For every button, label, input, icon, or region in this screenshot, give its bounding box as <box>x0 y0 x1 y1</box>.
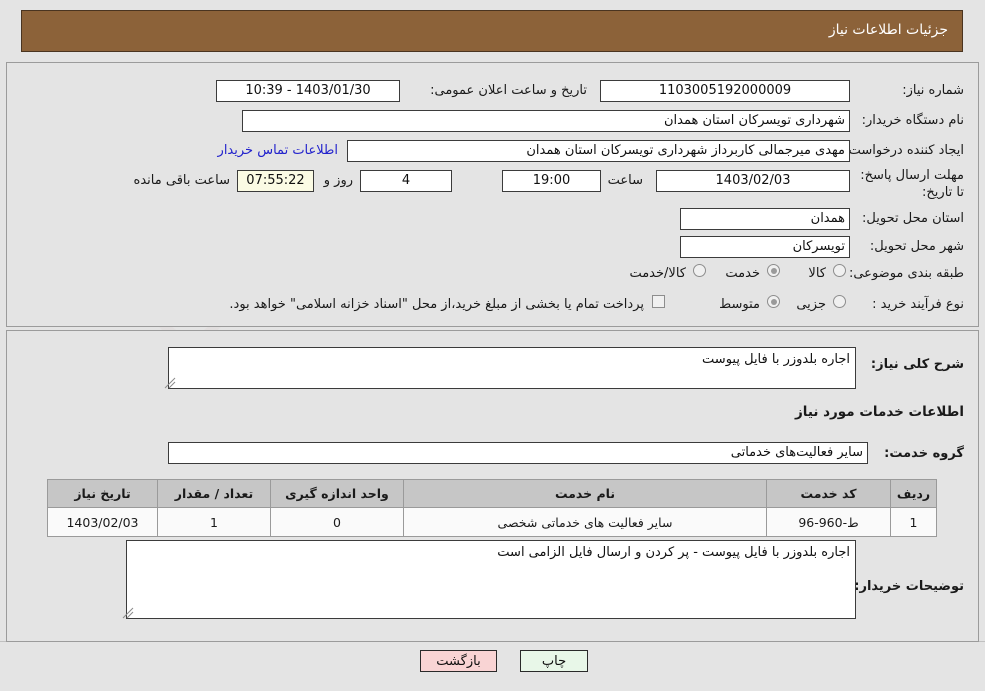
col-header-need-date: تاریخ نیاز <box>47 479 158 508</box>
category-radio-khedmat[interactable] <box>767 264 780 277</box>
process-radio-jozii[interactable] <box>833 295 846 308</box>
col-header-radif: ردیف <box>890 479 937 508</box>
services-section-heading: اطلاعات خدمات مورد نیاز <box>794 404 964 420</box>
requester-value: مهدی میرجمالی کاربرداز شهرداری تویسرکان … <box>347 140 850 162</box>
buyer-org-value: شهرداری تویسرکان استان همدان <box>242 110 850 132</box>
province-value: همدان <box>680 208 850 230</box>
treasury-bond-checkbox[interactable] <box>652 295 665 308</box>
buyer-notes-textarea[interactable]: اجاره بلدوزر با فایل پیوست - پر کردن و ا… <box>126 540 856 619</box>
col-header-service-code: کد خدمت <box>766 479 891 508</box>
public-announce-label: تاریخ و ساعت اعلان عمومی: <box>430 83 587 98</box>
page-title: جزئیات اطلاعات نیاز <box>828 22 948 38</box>
top-info-panel: شماره نیاز: 1103005192000009 تاریخ و ساع… <box>6 62 979 327</box>
cell-service-code: ط-960-96 <box>766 507 891 537</box>
cell-quantity: 1 <box>157 507 271 537</box>
deadline-remaining-label: ساعت باقی مانده <box>133 173 230 188</box>
buyer-notes-label: توضیحات خریدار: <box>854 579 964 594</box>
province-label: استان محل تحویل: <box>862 211 964 226</box>
buyer-org-label: نام دستگاه خریدار: <box>861 113 964 128</box>
deadline-label: مهلت ارسال پاسخ: تا تاریخ: <box>860 168 964 200</box>
need-number-label: شماره نیاز: <box>902 83 964 98</box>
category-option-khedmat: خدمت <box>725 266 760 281</box>
deadline-countdown-timer: 07:55:22 <box>237 170 314 192</box>
category-label: طبقه بندی موضوعی: <box>848 266 964 281</box>
page-header-bar: جزئیات اطلاعات نیاز <box>21 10 963 52</box>
deadline-days-label: روز و <box>323 173 353 188</box>
treasury-bond-note: پرداخت تمام یا بخشی از مبلغ خرید،از محل … <box>229 297 644 312</box>
category-option-kala-khedmat: کالا/خدمت <box>629 266 686 281</box>
table-header-row: ردیف کد خدمت نام خدمت واحد اندازه گیری ت… <box>47 479 937 508</box>
buyer-contact-link[interactable]: اطلاعات تماس خریدار <box>218 143 338 158</box>
cell-unit: 0 <box>270 507 404 537</box>
page-root: AnaTender.net جزئیات اطلاعات نیاز شماره … <box>0 0 985 691</box>
process-option-jozii: جزیی <box>796 297 826 312</box>
city-label: شهر محل تحویل: <box>869 239 964 254</box>
cell-need-date: 1403/02/03 <box>47 507 158 537</box>
col-header-service-name: نام خدمت <box>403 479 767 508</box>
col-header-quantity: تعداد / مقدار <box>157 479 271 508</box>
process-option-motevasset: متوسط <box>719 297 760 312</box>
public-announce-value: 1403/01/30 - 10:39 <box>216 80 400 102</box>
deadline-date-value: 1403/02/03 <box>656 170 850 192</box>
services-table: ردیف کد خدمت نام خدمت واحد اندازه گیری ت… <box>47 479 937 537</box>
table-row: 1 ط-960-96 سایر فعالیت های خدماتی شخصی 0… <box>47 507 937 537</box>
service-group-label: گروه خدمت: <box>884 446 964 461</box>
requester-label: ایجاد کننده درخواست: <box>844 143 964 158</box>
city-value: تویسرکان <box>680 236 850 258</box>
process-radio-motevasset[interactable] <box>767 295 780 308</box>
need-number-value: 1103005192000009 <box>600 80 850 102</box>
cell-radif: 1 <box>890 507 937 537</box>
category-option-kala: کالا <box>808 266 826 281</box>
service-group-value: سایر فعالیت‌های خدماتی <box>168 442 868 464</box>
need-description-textarea[interactable]: اجاره بلدوزر با فایل پیوست <box>168 347 856 389</box>
deadline-days-value: 4 <box>360 170 452 192</box>
col-header-unit: واحد اندازه گیری <box>270 479 404 508</box>
category-radio-kala-khedmat[interactable] <box>693 264 706 277</box>
back-button[interactable]: بازگشت <box>420 650 497 672</box>
need-description-label: شرح کلی نیاز: <box>870 357 964 372</box>
category-radio-kala[interactable] <box>833 264 846 277</box>
process-type-label: نوع فرآیند خرید : <box>872 297 964 312</box>
print-button[interactable]: چاپ <box>520 650 588 672</box>
cell-service-name: سایر فعالیت های خدماتی شخصی <box>403 507 767 537</box>
deadline-hour-label: ساعت <box>607 173 643 188</box>
deadline-hour-value: 19:00 <box>502 170 601 192</box>
